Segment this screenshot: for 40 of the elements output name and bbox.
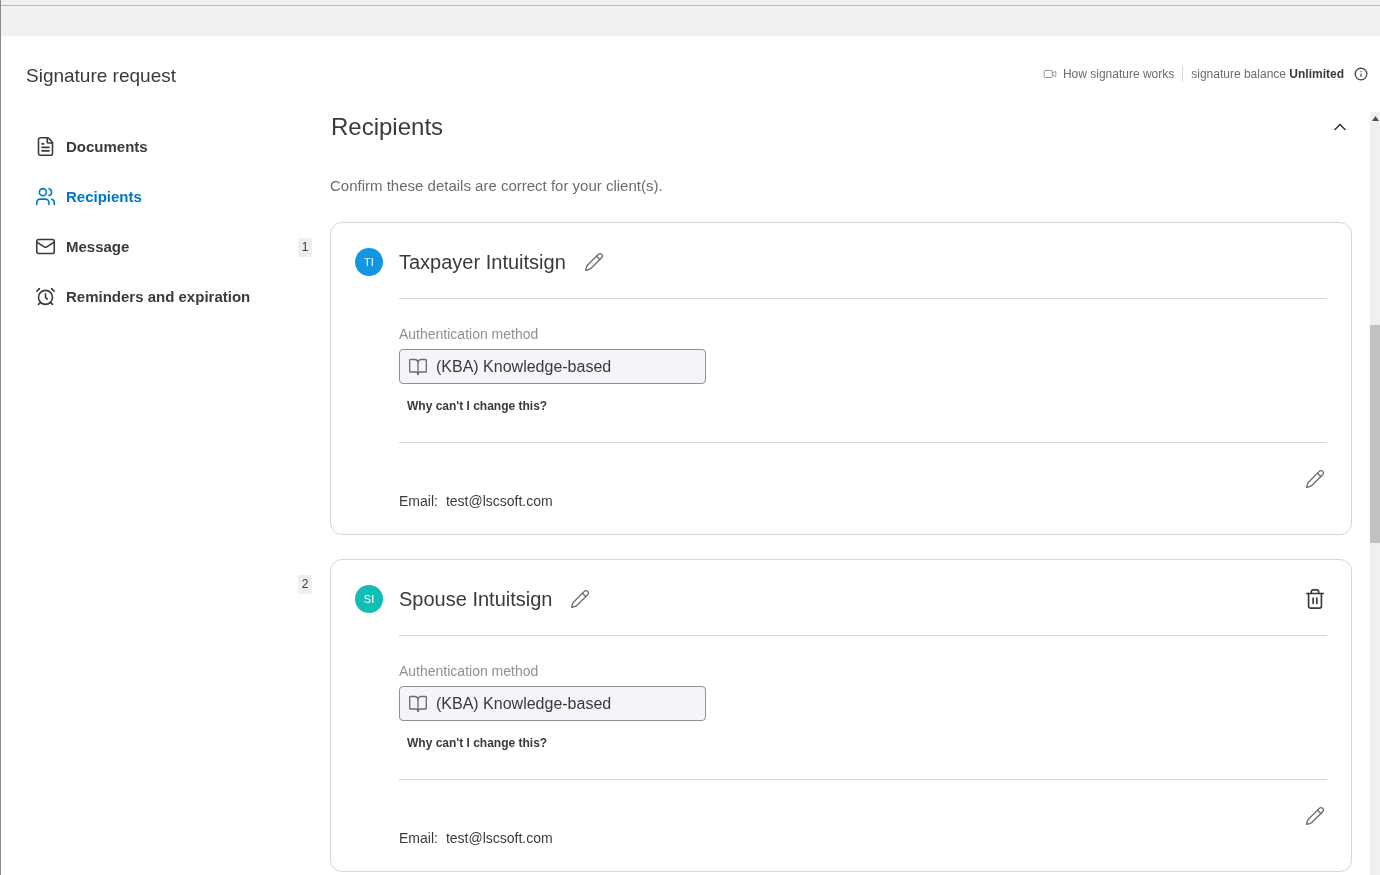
book-icon bbox=[408, 356, 428, 377]
sidebar-item[interactable]: Message bbox=[25, 221, 298, 271]
pencil-icon[interactable] bbox=[1305, 469, 1325, 489]
email-label: Email: bbox=[399, 492, 438, 510]
scrollbar-thumb[interactable] bbox=[1370, 325, 1380, 543]
signature-balance: signature balance Unlimited bbox=[1191, 67, 1344, 81]
sidebar-item[interactable]: Recipients bbox=[25, 171, 298, 221]
field-label: Authentication method bbox=[399, 662, 540, 680]
alarm-clock-icon bbox=[35, 285, 56, 307]
scrollbar[interactable] bbox=[1370, 112, 1380, 875]
sidebar-item[interactable]: Reminders and expiration bbox=[25, 271, 298, 321]
sidebar-item[interactable]: Documents bbox=[25, 121, 298, 171]
pencil-icon[interactable] bbox=[570, 589, 591, 609]
email-address: test@lscsoft.com bbox=[445, 829, 553, 847]
trash-icon[interactable] bbox=[1304, 588, 1326, 610]
auth-method-field[interactable]: (KBA) Knowledge-based bbox=[399, 686, 706, 721]
step-number-badge: 1 bbox=[298, 238, 312, 257]
help-link[interactable]: Why can't I change this? bbox=[407, 398, 548, 414]
recipient-name: Taxpayer Intuitsign bbox=[399, 250, 566, 275]
pencil-icon[interactable] bbox=[1305, 806, 1325, 826]
pencil-icon[interactable] bbox=[583, 252, 604, 272]
auth-method-field[interactable]: (KBA) Knowledge-based bbox=[399, 349, 706, 384]
email-address: test@lscsoft.com bbox=[445, 492, 553, 510]
page-title: Signature request bbox=[26, 65, 176, 87]
book-icon bbox=[408, 693, 428, 714]
step-number-badge: 2 bbox=[298, 575, 312, 594]
scroll-up-arrow-icon[interactable] bbox=[1371, 116, 1379, 121]
initials-avatar: TI bbox=[355, 248, 383, 276]
how-it-works-link[interactable]: How signature works bbox=[1062, 67, 1175, 81]
video-camera-icon bbox=[1042, 67, 1057, 81]
document-icon bbox=[35, 135, 56, 157]
section-title: Recipients bbox=[331, 112, 444, 142]
initials-avatar: SI bbox=[355, 585, 383, 613]
help-link[interactable]: Why can't I change this? bbox=[407, 735, 548, 751]
email-label: Email: bbox=[399, 829, 438, 847]
people-icon bbox=[35, 185, 56, 207]
field-label: Authentication method bbox=[399, 325, 540, 343]
section-subtitle: Confirm these details are correct for your client(s). bbox=[330, 176, 664, 196]
info-icon[interactable] bbox=[1354, 67, 1368, 81]
recipient-name: Spouse Intuitsign bbox=[399, 587, 553, 612]
